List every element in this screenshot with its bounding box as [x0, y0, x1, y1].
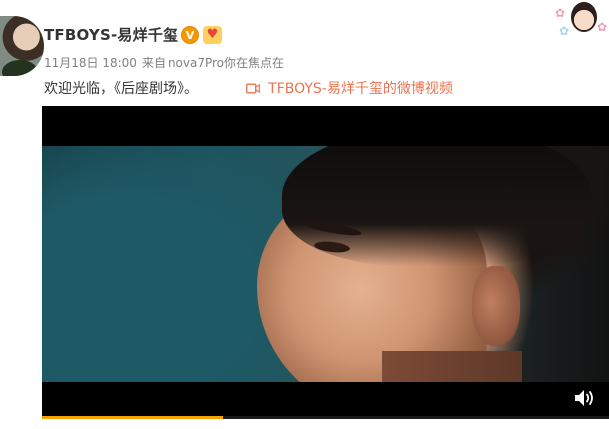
video-subject-neck — [382, 351, 522, 382]
flower-icon: ✿ — [558, 24, 569, 38]
flower-icon: ✿ — [596, 20, 607, 34]
video-camera-icon — [246, 82, 264, 97]
speaker-icon — [575, 390, 593, 406]
sticker-face-icon — [571, 2, 597, 32]
video-player[interactable] — [42, 106, 609, 419]
source-device[interactable]: nova7Pro你在焦点在 — [168, 56, 284, 70]
post-text: 欢迎光临，《后座剧场》。 — [44, 81, 198, 97]
post-date[interactable]: 11月18日 18:00 — [44, 56, 137, 70]
username[interactable]: TFBOYS-易烊千玺 — [44, 24, 178, 46]
source-prefix: 来自 — [141, 56, 166, 70]
verified-badge[interactable]: V — [181, 26, 199, 44]
avatar[interactable] — [0, 16, 44, 76]
video-link[interactable]: TFBOYS-易烊千玺的微博视频 — [246, 78, 453, 98]
post-meta: 11月18日 18:00 来自 nova7Pro你在焦点在 — [44, 54, 289, 71]
flower-icon: ✿ — [554, 6, 565, 20]
video-link-label: TFBOYS-易烊千玺的微博视频 — [268, 81, 453, 97]
video-subject-ear — [472, 266, 520, 346]
corner-sticker: ✿ ✿ ✿ — [543, 0, 609, 40]
volume-button[interactable] — [573, 387, 597, 409]
video-frame[interactable] — [42, 146, 609, 382]
progress-track[interactable] — [42, 416, 609, 419]
progress-fill — [42, 416, 224, 419]
member-heart-icon[interactable]: ♥ — [203, 26, 222, 44]
